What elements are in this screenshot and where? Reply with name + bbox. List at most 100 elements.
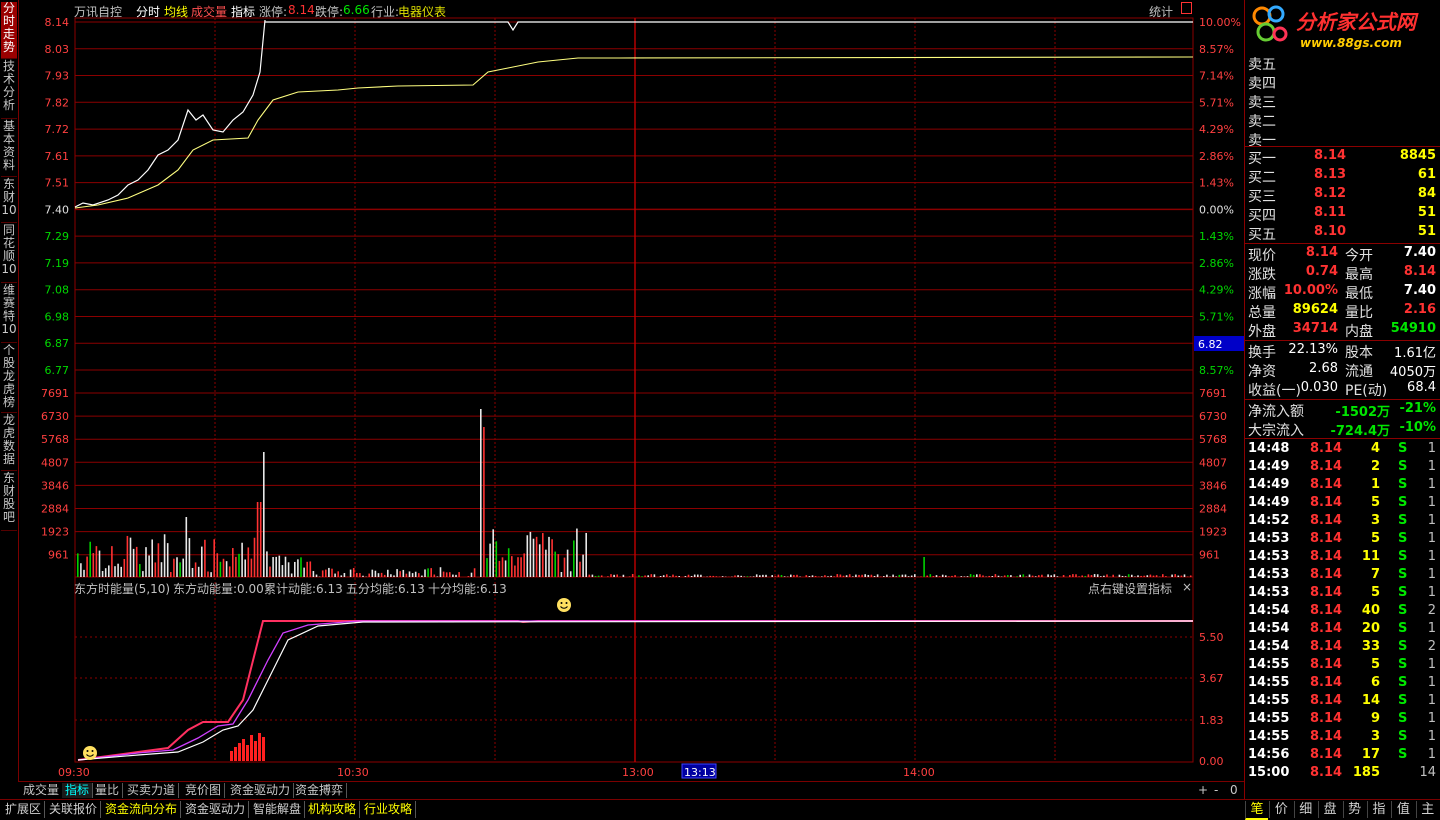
intraday-chart[interactable]: 8.1410.00%8.038.57%7.937.14%7.825.71%7.7…: [18, 0, 1244, 781]
fundamental-row: 收益(一)0.030PE(动)68.4: [1248, 380, 1438, 399]
volume-bar: [449, 572, 451, 577]
limit-up-label: 涨停:: [259, 3, 287, 20]
volume-bar: [722, 576, 724, 577]
status-tab-4[interactable]: 智能解盘: [250, 801, 305, 818]
volume-bar: [285, 557, 287, 577]
zoom-in-button[interactable]: +: [1195, 783, 1211, 798]
volume-bar: [629, 576, 631, 577]
volume-bar: [421, 576, 423, 577]
volume-bar: [133, 549, 135, 577]
price-tick-left: 7.82: [45, 96, 70, 109]
pct-tick-right: 8.57%: [1199, 43, 1234, 56]
volume-bar: [920, 576, 922, 577]
volume-bar: [812, 575, 814, 577]
zoom-reset-button[interactable]: 0: [1227, 783, 1241, 798]
bid-row[interactable]: 买三8.1284: [1248, 186, 1438, 205]
left-tab-3[interactable]: 东财10: [1, 178, 17, 223]
status-tab-3[interactable]: 资金驱动力: [182, 801, 249, 818]
indicator-tab-4[interactable]: 竞价图: [182, 783, 225, 798]
quote-value: 8.14: [1306, 245, 1338, 260]
left-tab-8[interactable]: 东财股吧: [1, 472, 17, 531]
quote-value: 7.40: [1404, 245, 1436, 260]
tick-count: 1: [1428, 459, 1436, 474]
panel-view-button-2[interactable]: 细: [1294, 801, 1317, 818]
volume-bar: [279, 556, 281, 577]
volume-bar: [179, 562, 181, 577]
left-tab-5[interactable]: 维赛特10: [1, 284, 17, 343]
volume-tick-left: 7691: [41, 387, 69, 400]
pct-tick-right: 1.43%: [1199, 177, 1234, 190]
volume-bar: [1029, 575, 1031, 577]
volume-bar: [334, 574, 336, 577]
indicator-tab-1[interactable]: 指标: [62, 783, 93, 798]
fund-flow-label: 大宗流入: [1248, 420, 1304, 440]
maximize-icon[interactable]: [1181, 2, 1192, 14]
left-tab-6[interactable]: 个股龙虎榜: [1, 344, 17, 413]
volume-tick-left: 6730: [41, 410, 69, 423]
volume-bar: [948, 576, 950, 577]
tick-price: 8.14: [1310, 747, 1342, 762]
indicator-tab-3[interactable]: 买卖力道: [124, 783, 179, 798]
panel-view-button-4[interactable]: 势: [1343, 801, 1366, 818]
volume-bar: [514, 566, 516, 577]
volume-bar: [1088, 574, 1090, 577]
industry-value[interactable]: 电器仪表: [398, 3, 446, 20]
bid-row[interactable]: 买二8.1361: [1248, 167, 1438, 186]
close-indicator-icon[interactable]: ×: [1182, 580, 1192, 594]
panel-view-button-6[interactable]: 值: [1391, 801, 1414, 818]
volume-bar: [508, 548, 510, 577]
volume-bar: [1190, 575, 1192, 577]
bid-row[interactable]: 买五8.1051: [1248, 224, 1438, 243]
status-tab-6[interactable]: 行业攻略: [361, 801, 416, 818]
volume-bar: [660, 576, 662, 577]
panel-view-button-7[interactable]: 主: [1416, 801, 1439, 818]
tab-intraday[interactable]: 分时: [136, 3, 160, 20]
pct-tick-right: 5.71%: [1199, 310, 1234, 323]
volume-bar: [1035, 576, 1037, 577]
panel-view-button-5[interactable]: 指: [1367, 801, 1390, 818]
volume-bar: [124, 559, 126, 577]
bid-row[interactable]: 买四8.1151: [1248, 205, 1438, 224]
volume-bar: [1112, 575, 1114, 577]
volume-bar: [136, 547, 138, 577]
left-tab-2[interactable]: 基本资料: [1, 120, 17, 177]
left-tab-4[interactable]: 同花顺10: [1, 224, 17, 283]
indicator-settings-hint[interactable]: 点右键设置指标: [1088, 580, 1172, 597]
indicator-title[interactable]: 东方时能量(5,10): [74, 580, 170, 597]
fund-flow-row: 大宗流入-724.4万-10%: [1248, 420, 1438, 439]
tab-indicator[interactable]: 指标: [231, 3, 255, 20]
volume-bar: [877, 574, 879, 577]
status-tab-0[interactable]: 扩展区: [2, 801, 45, 818]
volume-bar: [1171, 575, 1173, 577]
tab-avg-line[interactable]: 均线: [164, 3, 188, 20]
indicator-tab-5[interactable]: 资金驱动力: [227, 783, 294, 798]
tick-side: S: [1398, 459, 1407, 474]
status-tab-2[interactable]: 资金流向分布: [102, 801, 181, 818]
bid-row[interactable]: 买一8.148845: [1248, 148, 1438, 167]
indicator-tab-0[interactable]: 成交量: [20, 783, 63, 798]
left-tab-1[interactable]: 技术分析: [1, 60, 17, 119]
indicator-tick: 5.50: [1199, 631, 1224, 644]
volume-bar: [685, 576, 687, 577]
stats-button[interactable]: 统计: [1149, 3, 1173, 20]
indicator-bar: [262, 737, 265, 761]
indicator-tab-6[interactable]: 资金搏弈: [292, 783, 347, 798]
volume-bar: [1050, 575, 1052, 577]
status-tab-1[interactable]: 关联报价: [46, 801, 101, 818]
tick-row: 14:558.149S1: [1248, 711, 1440, 729]
tick-side: S: [1398, 495, 1407, 510]
tick-volume: 14: [1362, 693, 1380, 708]
panel-view-button-3[interactable]: 盘: [1318, 801, 1341, 818]
left-tab-7[interactable]: 龙虎数据: [1, 414, 17, 471]
volume-bar: [697, 575, 699, 577]
left-tab-0[interactable]: 分时走势: [1, 2, 17, 59]
panel-view-button-0[interactable]: 笔: [1245, 801, 1268, 820]
bid-label: 买二: [1248, 167, 1276, 187]
tick-price: 8.14: [1310, 531, 1342, 546]
volume-bar: [740, 576, 742, 577]
indicator-tab-2[interactable]: 量比: [92, 783, 123, 798]
tab-volume[interactable]: 成交量: [191, 3, 227, 20]
zoom-out-button[interactable]: -: [1211, 783, 1221, 798]
panel-view-button-1[interactable]: 价: [1269, 801, 1292, 818]
status-tab-5[interactable]: 机构攻略: [305, 801, 360, 818]
